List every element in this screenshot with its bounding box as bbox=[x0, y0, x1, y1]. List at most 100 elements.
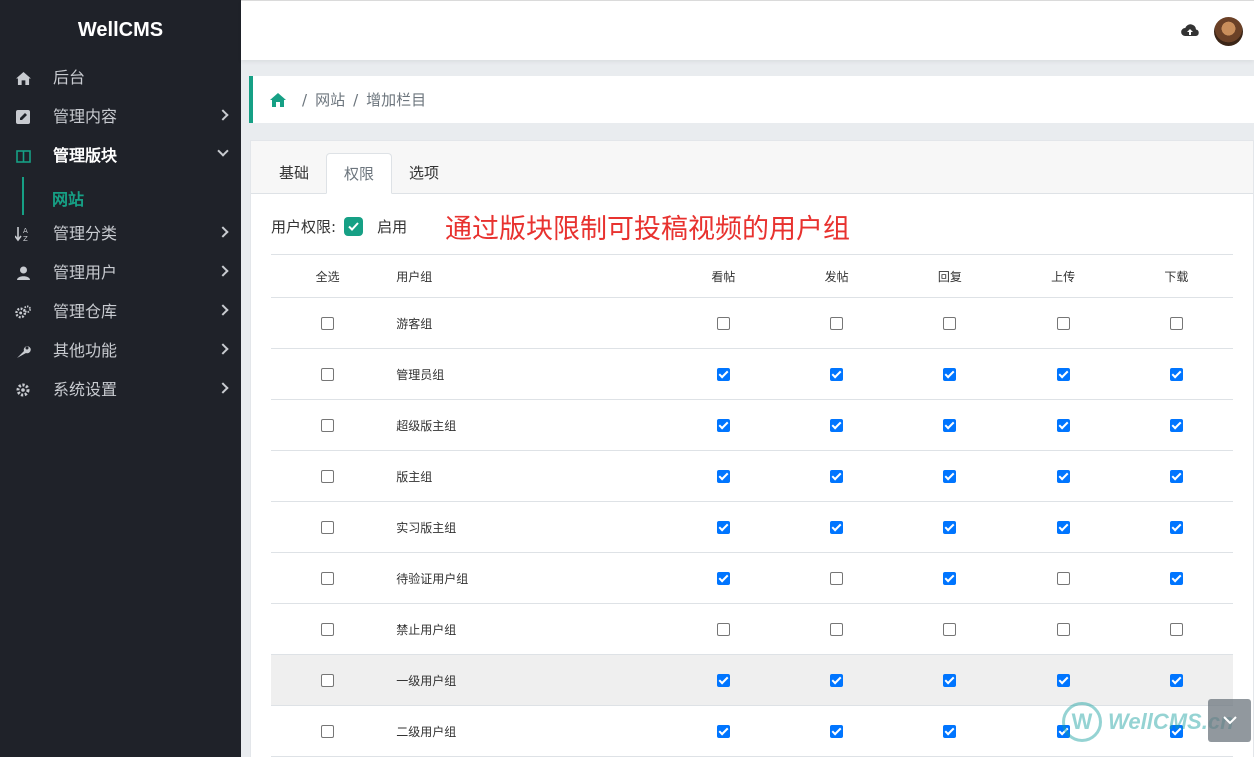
perm-post-checkbox[interactable] bbox=[830, 521, 844, 534]
select-all-checkbox[interactable] bbox=[321, 623, 335, 636]
perm-upload-checkbox[interactable] bbox=[1056, 419, 1070, 432]
perm-post-checkbox[interactable] bbox=[830, 419, 844, 432]
perm-cell-upload bbox=[1006, 654, 1120, 706]
perm-cell-reply bbox=[893, 552, 1007, 604]
perm-download-checkbox[interactable] bbox=[1169, 572, 1183, 585]
perm-upload-checkbox[interactable] bbox=[1056, 317, 1070, 330]
perm-post-checkbox[interactable] bbox=[830, 623, 844, 636]
sidebar-item-5[interactable]: 管理仓库 bbox=[0, 294, 241, 330]
svg-text:A: A bbox=[23, 227, 28, 235]
form-card: 基础 权限 选项 用户权限: 启用 通过版块限制可投稿视频的用户组 全选 用户组看… bbox=[250, 140, 1254, 757]
sidebar-item-7[interactable]: 系统设置 bbox=[0, 372, 241, 408]
select-all-cell bbox=[271, 348, 385, 400]
perm-upload-checkbox[interactable] bbox=[1056, 674, 1070, 687]
tab-basic[interactable]: 基础 bbox=[263, 153, 325, 194]
perm-view-checkbox[interactable] bbox=[716, 725, 730, 738]
perm-reply-checkbox[interactable] bbox=[943, 419, 957, 432]
perm-reply-checkbox[interactable] bbox=[943, 623, 957, 636]
perm-view-checkbox[interactable] bbox=[716, 674, 730, 687]
breadcrumb-separator: / bbox=[302, 90, 308, 109]
table-row: 一级用户组 bbox=[271, 654, 1233, 706]
perm-reply-checkbox[interactable] bbox=[943, 725, 957, 738]
home-icon bbox=[15, 70, 31, 86]
table-header-4: 回复 bbox=[893, 254, 1007, 298]
perm-download-checkbox[interactable] bbox=[1169, 623, 1183, 636]
breadcrumb-item-add-column: 增加栏目 bbox=[366, 91, 427, 109]
perm-view-checkbox[interactable] bbox=[716, 623, 730, 636]
perm-cell-reply bbox=[893, 399, 1007, 451]
tab-options[interactable]: 选项 bbox=[393, 153, 455, 194]
select-all-checkbox[interactable] bbox=[321, 368, 335, 381]
select-all-checkbox[interactable] bbox=[321, 317, 335, 330]
perm-view-checkbox[interactable] bbox=[716, 521, 730, 534]
select-all-checkbox[interactable] bbox=[321, 521, 335, 534]
perm-upload-checkbox[interactable] bbox=[1056, 572, 1070, 585]
sidebar-subitem-website[interactable]: 网站 bbox=[22, 177, 241, 215]
sidebar-item-4[interactable]: 管理用户 bbox=[0, 255, 241, 291]
perm-post-checkbox[interactable] bbox=[830, 572, 844, 585]
perm-view-checkbox[interactable] bbox=[716, 317, 730, 330]
table-row: 版主组 bbox=[271, 450, 1233, 502]
perm-upload-checkbox[interactable] bbox=[1056, 521, 1070, 534]
perm-download-checkbox[interactable] bbox=[1169, 317, 1183, 330]
group-name: 版主组 bbox=[384, 450, 667, 502]
perm-upload-checkbox[interactable] bbox=[1056, 470, 1070, 483]
home-icon[interactable] bbox=[270, 92, 286, 107]
perm-download-checkbox[interactable] bbox=[1169, 470, 1183, 483]
perm-cell-post bbox=[780, 705, 894, 757]
perm-download-checkbox[interactable] bbox=[1169, 368, 1183, 381]
perm-view-checkbox[interactable] bbox=[716, 419, 730, 432]
sidebar-item-2[interactable]: 管理版块 bbox=[0, 138, 241, 174]
perm-post-checkbox[interactable] bbox=[830, 470, 844, 483]
table-row: 超级版主组 bbox=[271, 399, 1233, 451]
select-all-checkbox[interactable] bbox=[321, 674, 335, 687]
sidebar-item-1[interactable]: 管理内容 bbox=[0, 99, 241, 135]
perm-cell-download bbox=[1119, 552, 1233, 604]
cloud-upload-icon[interactable] bbox=[1180, 23, 1200, 39]
perm-view-checkbox[interactable] bbox=[716, 368, 730, 381]
table-row: 禁止用户组 bbox=[271, 603, 1233, 655]
perm-post-checkbox[interactable] bbox=[830, 725, 844, 738]
perm-post-checkbox[interactable] bbox=[830, 368, 844, 381]
perm-download-checkbox[interactable] bbox=[1169, 521, 1183, 534]
select-all-checkbox[interactable] bbox=[321, 725, 335, 738]
avatar[interactable] bbox=[1214, 17, 1243, 46]
sidebar-item-label: 管理分类 bbox=[53, 224, 118, 243]
permission-enable-checkbox[interactable] bbox=[344, 216, 364, 236]
sidebar-item-6[interactable]: 其他功能 bbox=[0, 333, 241, 369]
perm-reply-checkbox[interactable] bbox=[943, 470, 957, 483]
sidebar-item-3[interactable]: A Z 管理分类 bbox=[0, 216, 241, 252]
table-header-2: 看帖 bbox=[666, 254, 781, 298]
perm-cell-post bbox=[780, 348, 894, 400]
perm-upload-checkbox[interactable] bbox=[1056, 623, 1070, 636]
perm-upload-checkbox[interactable] bbox=[1056, 368, 1070, 381]
top-bar bbox=[241, 0, 1254, 60]
perm-reply-checkbox[interactable] bbox=[943, 572, 957, 585]
perm-post-checkbox[interactable] bbox=[830, 317, 844, 330]
perm-reply-checkbox[interactable] bbox=[943, 317, 957, 330]
scroll-top-button[interactable] bbox=[1208, 699, 1251, 742]
chevron-right-icon bbox=[217, 109, 229, 121]
select-all-checkbox[interactable] bbox=[321, 419, 335, 432]
perm-cell-post bbox=[780, 552, 894, 604]
select-all-cell bbox=[271, 450, 385, 502]
edit-icon bbox=[15, 109, 31, 125]
perm-view-checkbox[interactable] bbox=[716, 572, 730, 585]
tab-permission[interactable]: 权限 bbox=[326, 153, 392, 194]
select-all-checkbox[interactable] bbox=[321, 470, 335, 483]
breadcrumb-item-website[interactable]: 网站 bbox=[315, 89, 345, 110]
perm-reply-checkbox[interactable] bbox=[943, 521, 957, 534]
perm-download-checkbox[interactable] bbox=[1169, 674, 1183, 687]
perm-cell-download bbox=[1119, 348, 1233, 400]
brand-logo[interactable]: WellCMS bbox=[0, 0, 241, 60]
group-name: 超级版主组 bbox=[384, 399, 667, 451]
perm-reply-checkbox[interactable] bbox=[943, 368, 957, 381]
perm-view-checkbox[interactable] bbox=[716, 470, 730, 483]
select-all-checkbox[interactable] bbox=[321, 572, 335, 585]
sidebar-item-label: 管理版块 bbox=[53, 146, 118, 165]
sidebar-item-0[interactable]: 后台 bbox=[0, 60, 241, 96]
perm-cell-reply bbox=[893, 501, 1007, 553]
perm-download-checkbox[interactable] bbox=[1169, 419, 1183, 432]
perm-post-checkbox[interactable] bbox=[830, 674, 844, 687]
perm-reply-checkbox[interactable] bbox=[943, 674, 957, 687]
